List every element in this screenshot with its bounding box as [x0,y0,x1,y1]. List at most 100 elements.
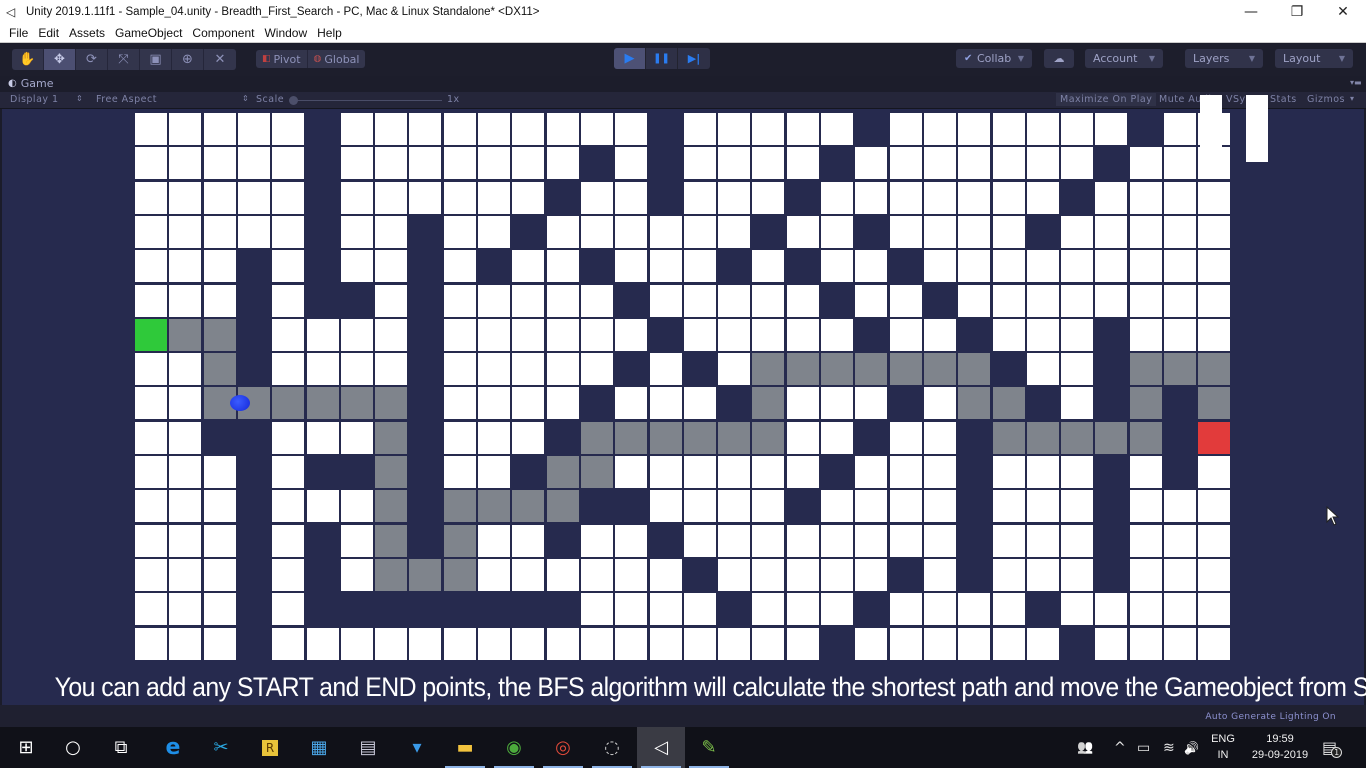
walkable-cell[interactable] [580,181,613,214]
walkable-cell[interactable] [1198,627,1231,660]
obstacle-cell[interactable] [307,593,339,625]
walkable-cell[interactable] [889,593,922,626]
walkable-cell[interactable] [958,113,991,145]
pause-button[interactable]: ❚❚ [646,48,678,69]
walkable-cell[interactable] [135,456,167,488]
obstacle-cell[interactable] [478,250,510,282]
walkable-cell[interactable] [855,387,888,420]
walkable-cell[interactable] [1164,284,1196,317]
walkable-cell[interactable] [272,284,305,317]
obstacle-cell[interactable] [581,387,613,419]
walkable-cell[interactable] [615,318,648,351]
path-cell[interactable] [478,490,510,523]
path-cell[interactable] [203,318,236,351]
walkable-cell[interactable] [1164,318,1196,351]
obstacle-cell[interactable] [787,490,819,522]
obstacle-cell[interactable] [409,319,441,351]
walkable-cell[interactable] [478,627,510,660]
walkable-cell[interactable] [1061,250,1094,283]
start-cell[interactable] [135,318,167,351]
walkable-cell[interactable] [375,627,408,660]
walkable-cell[interactable] [992,318,1025,351]
menu-edit[interactable]: Edit [38,26,59,40]
walkable-cell[interactable] [649,456,682,488]
path-cell[interactable] [752,353,785,386]
walkable-cell[interactable] [340,490,373,523]
walkable-cell[interactable] [169,387,202,420]
walkable-cell[interactable] [1095,250,1128,283]
walkable-cell[interactable] [478,318,510,351]
obstacle-cell[interactable] [855,422,887,454]
walkable-cell[interactable] [546,558,579,591]
walkable-cell[interactable] [1026,353,1059,386]
obstacle-cell[interactable] [650,147,682,179]
close-button[interactable]: ✕ [1320,0,1366,23]
walkable-cell[interactable] [752,181,785,214]
walkable-cell[interactable] [443,318,476,351]
obstacle-cell[interactable] [1164,456,1196,488]
obstacle-cell[interactable] [1095,490,1127,522]
walkable-cell[interactable] [855,181,888,214]
walkable-cell[interactable] [512,284,545,317]
taskbar-search-button[interactable]: ○ [49,727,97,768]
obstacle-cell[interactable] [684,353,716,385]
walkable-cell[interactable] [923,181,956,214]
walkable-cell[interactable] [546,113,579,145]
walkable-cell[interactable] [1129,627,1162,660]
step-button[interactable]: ▶| [678,48,710,69]
walkable-cell[interactable] [478,524,510,557]
path-cell[interactable] [992,387,1025,420]
walkable-cell[interactable] [443,215,476,248]
walkable-cell[interactable] [580,353,613,386]
walkable-cell[interactable] [889,284,922,317]
walkable-cell[interactable] [1129,215,1162,248]
walkable-cell[interactable] [478,147,510,180]
custom-tool-button[interactable]: ✕ [204,49,236,70]
maximize-on-play-toggle[interactable]: Maximize On Play [1056,93,1157,106]
obstacle-cell[interactable] [1164,422,1196,454]
walkable-cell[interactable] [340,181,373,214]
path-cell[interactable] [1164,353,1196,386]
walkable-cell[interactable] [169,353,202,386]
walkable-cell[interactable] [1164,593,1196,626]
walkable-cell[interactable] [1026,627,1059,660]
obstacle-cell[interactable] [409,216,441,248]
walkable-cell[interactable] [718,353,751,386]
walkable-cell[interactable] [272,456,305,488]
taskbar-rider-button[interactable]: R [246,727,294,768]
walkable-cell[interactable] [1164,627,1196,660]
walkable-cell[interactable] [786,215,819,248]
walkable-cell[interactable] [478,387,510,420]
walkable-cell[interactable] [443,284,476,317]
walkable-cell[interactable] [1198,524,1231,557]
walkable-cell[interactable] [1129,593,1162,626]
obstacle-cell[interactable] [444,593,476,625]
walkable-cell[interactable] [1026,558,1059,591]
walkable-cell[interactable] [821,181,853,214]
obstacle-cell[interactable] [307,285,339,317]
path-cell[interactable] [169,318,202,351]
walkable-cell[interactable] [718,113,751,145]
obstacle-cell[interactable] [238,559,270,591]
display-dropdown[interactable]: Display 1 [10,94,59,105]
path-cell[interactable] [375,524,408,557]
walkable-cell[interactable] [478,113,510,145]
walkable-cell[interactable] [855,250,888,283]
walkable-cell[interactable] [1164,490,1196,523]
walkable-cell[interactable] [649,215,682,248]
obstacle-cell[interactable] [341,285,373,317]
path-cell[interactable] [546,490,579,523]
walkable-cell[interactable] [683,215,716,248]
walkable-cell[interactable] [237,181,270,214]
walkable-cell[interactable] [169,524,202,557]
walkable-cell[interactable] [375,284,408,317]
walkable-cell[interactable] [478,215,510,248]
path-cell[interactable] [443,490,476,523]
walkable-cell[interactable] [821,215,853,248]
walkable-cell[interactable] [1164,181,1196,214]
obstacle-cell[interactable] [650,182,682,214]
path-cell[interactable] [306,387,339,420]
walkable-cell[interactable] [889,181,922,214]
walkable-cell[interactable] [615,627,648,660]
obstacle-cell[interactable] [718,593,750,625]
